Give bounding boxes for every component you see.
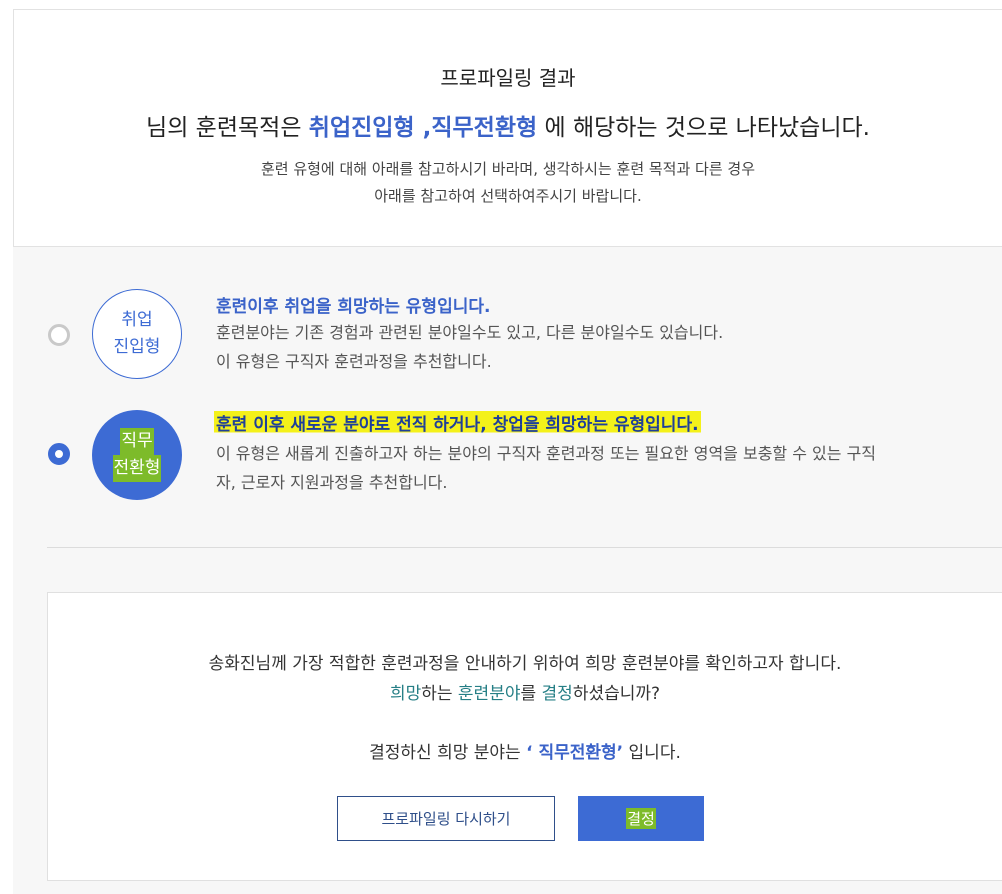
profiling-result-card: 프로파일링 결과 님의 훈련목적은 취업진입형 ,직무전환형 에 해당하는 것으…: [13, 9, 1002, 247]
question-part: 를: [520, 684, 542, 704]
decision-prefix: 결정하신 희망 분야는: [369, 743, 527, 763]
decision-suffix: 입니다.: [623, 743, 681, 763]
option-heading: 훈련 이후 새로운 분야로 전직 하거나, 창업을 희망하는 유형입니다.: [214, 410, 701, 435]
badge-line1: 취업: [121, 310, 153, 330]
badge-employment-entry: 취업 진입형: [92, 289, 182, 379]
question-part: 하는: [421, 684, 458, 704]
badge-line2: 진입형: [113, 337, 161, 357]
decision-summary: 결정하신 희망 분야는 ‘ 직무전환형’ 입니다.: [48, 738, 1002, 763]
result-prefix: 님의 훈련목적은: [146, 115, 309, 141]
option-text-line1: 훈련분야는 기존 경험과 관련된 분야일수도 있고, 다른 분야일수도 있습니다…: [216, 323, 724, 342]
decide-button-label: 결정: [626, 808, 656, 829]
result-summary: 님의 훈련목적은 취업진입형 ,직무전환형 에 해당하는 것으로 나타났습니다.: [14, 108, 1002, 142]
option-text-line2: 자, 근로자 지원과정을 추천합니다.: [216, 473, 448, 492]
result-description-line2: 아래를 참고하여 선택하여주시기 바랍니다.: [374, 187, 642, 205]
divider: [47, 547, 1002, 548]
decide-button[interactable]: 결정: [578, 796, 704, 841]
result-types: 취업진입형 ,직무전환형: [308, 115, 538, 141]
result-description-line1: 훈련 유형에 대해 아래를 참고하시기 바라며, 생각하시는 훈련 목적과 다른…: [260, 160, 756, 178]
confirm-question: 희망하는 훈련분야를 결정하셨습니까?: [48, 679, 1002, 704]
question-word-hope: 희망: [389, 684, 422, 704]
page-title: 프로파일링 결과: [440, 66, 576, 90]
decision-value: ‘ 직무전환형’: [526, 743, 624, 763]
question-word-field: 훈련분야: [457, 684, 521, 704]
type-selection-area: 취업 진입형 훈련이후 취업을 희망하는 유형입니다. 훈련분야는 기존 경험과…: [13, 247, 1002, 894]
result-suffix: 에 해당하는 것으로 나타났습니다.: [537, 115, 870, 141]
confirm-intro: 송화진님께 가장 적합한 훈련과정을 안내하기 위하여 희망 훈련분야를 확인하…: [208, 654, 842, 674]
redo-profiling-button[interactable]: 프로파일링 다시하기: [337, 796, 555, 841]
option-text-line1: 이 유형은 새롭게 진출하고자 하는 분야의 구직자 훈련과정 또는 필요한 영…: [216, 444, 877, 463]
question-word-decide: 결정: [541, 684, 573, 704]
question-part: 하셨습니까?: [572, 684, 661, 704]
option-heading: 훈련이후 취업을 희망하는 유형입니다.: [216, 297, 491, 317]
badge-line2: 전환형: [112, 455, 162, 482]
confirm-card: 송화진님께 가장 적합한 훈련과정을 안내하기 위하여 희망 훈련분야를 확인하…: [47, 592, 1002, 881]
radio-job-transition[interactable]: [48, 443, 70, 465]
radio-employment-entry[interactable]: [48, 324, 70, 346]
badge-job-transition: 직무 전환형: [92, 410, 182, 500]
badge-line1: 직무: [120, 428, 154, 455]
option-text-line2: 이 유형은 구직자 훈련과정을 추천합니다.: [216, 352, 492, 371]
